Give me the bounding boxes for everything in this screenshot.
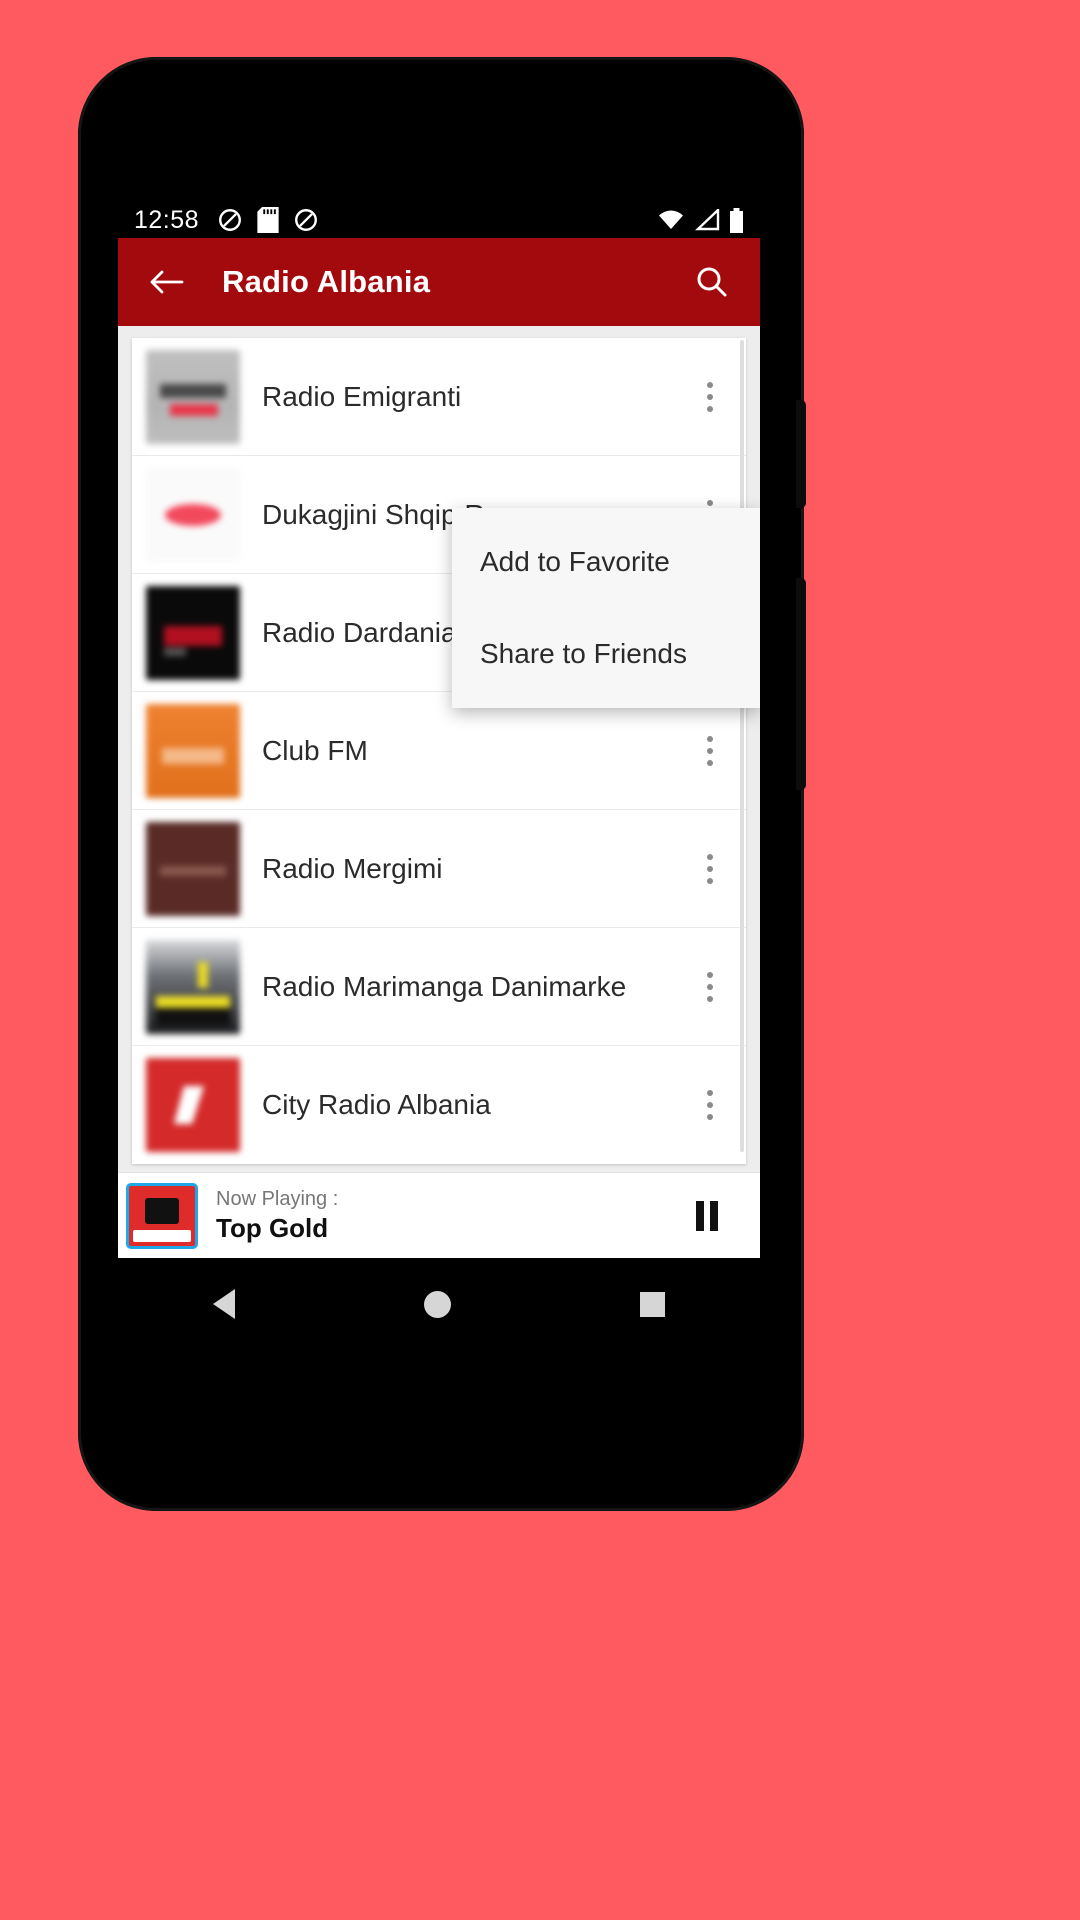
battery-icon	[729, 207, 744, 233]
more-vertical-icon[interactable]	[690, 369, 730, 425]
nav-back-triangle-icon[interactable]	[212, 1289, 235, 1319]
menu-item-add-to-favorite[interactable]: Add to Favorite	[452, 516, 760, 608]
now-playing-station: Top Gold	[216, 1212, 329, 1243]
station-name: Club FM	[262, 734, 368, 766]
status-bar-clock: 12:58	[134, 205, 200, 234]
volume-button[interactable]	[796, 578, 806, 790]
now-playing-text: Now Playing : Top Gold	[216, 1186, 338, 1246]
nav-recents-square-icon[interactable]	[640, 1291, 666, 1317]
station-name: Radio Dardania	[262, 616, 457, 648]
dnd-icon	[217, 207, 243, 233]
more-vertical-icon[interactable]	[690, 1077, 730, 1133]
wifi-icon	[657, 209, 685, 231]
search-icon[interactable]	[686, 256, 738, 308]
albanian-flag-icon	[145, 1197, 179, 1224]
station-thumbnail	[146, 821, 240, 916]
station-name: Radio Marimanga Danimarke	[262, 970, 627, 1002]
more-vertical-icon[interactable]	[690, 841, 730, 897]
station-thumbnail	[146, 1058, 240, 1152]
scrollbar[interactable]	[740, 340, 744, 1152]
context-menu: Add to Favorite Share to Friends	[452, 508, 760, 708]
list-item[interactable]: Radio Emigranti	[132, 338, 746, 456]
list-item[interactable]: Club FM	[132, 692, 746, 810]
now-playing-label: Now Playing :	[216, 1187, 339, 1210]
station-thumbnail	[146, 467, 240, 562]
station-name: Radio Mergimi	[262, 852, 443, 884]
status-bar-right-icons	[657, 207, 744, 233]
phone-screen: Radio Albania Radio Emigranti Dukagjini …	[118, 238, 760, 1258]
station-thumbnail	[146, 585, 240, 680]
station-name: Radio Emigranti	[262, 380, 462, 412]
station-thumbnail	[146, 939, 240, 1034]
power-button[interactable]	[796, 400, 806, 508]
station-list: Radio Emigranti Dukagjini Shqip Ra Radio…	[132, 338, 746, 1164]
menu-item-share-to-friends[interactable]: Share to Friends	[452, 608, 760, 700]
screenshot-root: 12:58 Radio Albania Radio Emigranti Duka…	[0, 0, 1080, 1920]
station-thumbnail	[146, 703, 240, 798]
pause-icon[interactable]	[676, 1185, 738, 1247]
dnd-icon	[293, 207, 319, 233]
page-title: Radio Albania	[222, 264, 431, 299]
signal-icon	[694, 209, 720, 231]
arrow-left-icon[interactable]	[140, 256, 192, 308]
sd-card-icon	[257, 207, 279, 233]
list-item[interactable]: City Radio Albania	[132, 1046, 746, 1164]
station-list-container[interactable]: Radio Emigranti Dukagjini Shqip Ra Radio…	[118, 326, 760, 1172]
artwork-strip	[133, 1229, 191, 1242]
status-bar: 12:58	[118, 196, 760, 244]
more-vertical-icon[interactable]	[690, 959, 730, 1015]
station-name: City Radio Albania	[262, 1089, 491, 1120]
status-bar-left-icons	[217, 207, 319, 233]
android-nav-bar	[118, 1258, 760, 1350]
app-bar: Radio Albania	[118, 238, 760, 326]
list-item[interactable]: Radio Mergimi	[132, 810, 746, 928]
nav-home-circle-icon[interactable]	[423, 1290, 451, 1318]
more-vertical-icon[interactable]	[690, 723, 730, 779]
station-artwork	[126, 1182, 198, 1249]
list-item[interactable]: Radio Marimanga Danimarke	[132, 928, 746, 1046]
now-playing-bar[interactable]: Now Playing : Top Gold	[118, 1172, 760, 1258]
station-thumbnail	[146, 349, 240, 444]
